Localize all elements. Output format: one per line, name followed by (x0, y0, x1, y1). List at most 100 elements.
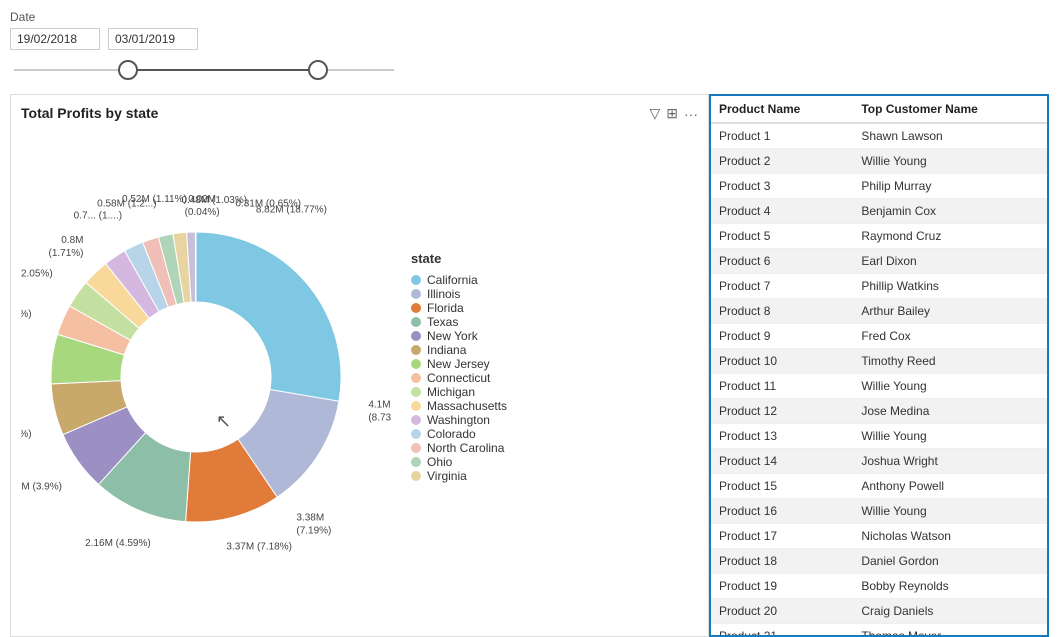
legend-item[interactable]: Florida (411, 301, 531, 315)
legend-label: North Carolina (427, 441, 504, 455)
legend-label: New Jersey (427, 357, 490, 371)
legend-label: Michigan (427, 385, 475, 399)
product-cell: Product 21 (711, 624, 853, 637)
col-customer: Top Customer Name (853, 96, 1047, 123)
legend-item[interactable]: Massachusetts (411, 399, 531, 413)
legend-item[interactable]: Indiana (411, 343, 531, 357)
date-slider[interactable] (14, 56, 394, 84)
product-cell: Product 11 (711, 374, 853, 399)
legend-item[interactable]: Washington (411, 413, 531, 427)
customer-cell: Timothy Reed (853, 349, 1047, 374)
legend-dot (411, 289, 421, 299)
donut-svg: 8.82M (18.77%)4.1M(8.73%)3.38M(7.19%)3.3… (21, 177, 391, 557)
legend-item[interactable]: Colorado (411, 427, 531, 441)
product-cell: Product 2 (711, 149, 853, 174)
bottom-area: Total Profits by state ▽ ⊞ ··· 8.82M (18… (10, 94, 1049, 637)
col-product: Product Name (711, 96, 853, 123)
table-row: Product 8Arthur Bailey (711, 299, 1047, 324)
filter-icon[interactable]: ▽ (649, 105, 660, 122)
legend-item[interactable]: North Carolina (411, 441, 531, 455)
donut-label: (0.04%) (185, 207, 220, 218)
legend-label: Massachusetts (427, 399, 507, 413)
legend-dot (411, 373, 421, 383)
donut-segment[interactable] (195, 232, 196, 302)
date-section: Date (10, 10, 430, 84)
legend-dot (411, 345, 421, 355)
legend-dot (411, 331, 421, 341)
donut-label: 1.83M (3.9%) (21, 481, 62, 492)
slider-thumb-left[interactable] (118, 60, 138, 80)
legend-item[interactable]: Illinois (411, 287, 531, 301)
more-icon[interactable]: ··· (684, 106, 698, 122)
legend-dot (411, 415, 421, 425)
customer-cell: Benjamin Cox (853, 199, 1047, 224)
donut-label: (7.19%) (296, 525, 331, 536)
legend-title: state (411, 251, 531, 266)
donut-label: 4.1M (368, 399, 390, 410)
product-cell: Product 3 (711, 174, 853, 199)
table-row: Product 2Willie Young (711, 149, 1047, 174)
product-cell: Product 7 (711, 274, 853, 299)
legend-item[interactable]: Virginia (411, 469, 531, 483)
table-body: Product 1Shawn LawsonProduct 2Willie You… (711, 123, 1047, 637)
legend-label: New York (427, 329, 478, 343)
legend-dot (411, 387, 421, 397)
legend-item[interactable]: Texas (411, 315, 531, 329)
legend-label: Ohio (427, 455, 452, 469)
table-row: Product 4Benjamin Cox (711, 199, 1047, 224)
product-cell: Product 8 (711, 299, 853, 324)
product-cell: Product 10 (711, 349, 853, 374)
legend-item[interactable]: California (411, 273, 531, 287)
table-row: Product 11Willie Young (711, 374, 1047, 399)
customer-cell: Phillip Watkins (853, 274, 1047, 299)
donut-label: 0.7... (1....) (74, 210, 122, 221)
legend-item[interactable]: New York (411, 329, 531, 343)
donut-label: 0.31M (0.65%) (235, 198, 301, 209)
chart-title: Total Profits by state (21, 105, 158, 121)
donut-label: 1M (2.12%) (21, 309, 32, 320)
slider-active-track (128, 69, 318, 71)
legend-dot (411, 471, 421, 481)
date-start-input[interactable] (10, 28, 100, 50)
customer-cell: Earl Dixon (853, 249, 1047, 274)
table-row: Product 19Bobby Reynolds (711, 574, 1047, 599)
svg-text:↖: ↖ (216, 411, 231, 431)
customer-cell: Anthony Powell (853, 474, 1047, 499)
legend-dot (411, 303, 421, 313)
donut-chart: 8.82M (18.77%)4.1M(8.73%)3.38M(7.19%)3.3… (21, 177, 391, 557)
legend-dot (411, 401, 421, 411)
legend-dot (411, 359, 421, 369)
product-cell: Product 18 (711, 549, 853, 574)
chart-panel: Total Profits by state ▽ ⊞ ··· 8.82M (18… (10, 94, 709, 637)
legend-item[interactable]: Ohio (411, 455, 531, 469)
legend-label: Washington (427, 413, 490, 427)
slider-thumb-right[interactable] (308, 60, 328, 80)
table-icon[interactable]: ⊞ (666, 105, 678, 122)
product-cell: Product 16 (711, 499, 853, 524)
customer-cell: Craig Daniels (853, 599, 1047, 624)
legend-item[interactable]: New Jersey (411, 357, 531, 371)
legend-label: California (427, 273, 478, 287)
customer-cell: Willie Young (853, 149, 1047, 174)
table-row: Product 3Philip Murray (711, 174, 1047, 199)
chart-content: 8.82M (18.77%)4.1M(8.73%)3.38M(7.19%)3.3… (21, 121, 698, 612)
product-cell: Product 1 (711, 123, 853, 149)
legend-item[interactable]: Michigan (411, 385, 531, 399)
customer-cell: Daniel Gordon (853, 549, 1047, 574)
customer-cell: Fred Cox (853, 324, 1047, 349)
product-cell: Product 6 (711, 249, 853, 274)
legend-dot (411, 443, 421, 453)
customer-cell: Philip Murray (853, 174, 1047, 199)
table-row: Product 1Shawn Lawson (711, 123, 1047, 149)
legend-dot (411, 275, 421, 285)
table-row: Product 7Phillip Watkins (711, 274, 1047, 299)
product-cell: Product 5 (711, 224, 853, 249)
product-cell: Product 15 (711, 474, 853, 499)
table-row: Product 10Timothy Reed (711, 349, 1047, 374)
donut-segment[interactable] (196, 232, 341, 401)
customer-cell: Raymond Cruz (853, 224, 1047, 249)
date-end-input[interactable] (108, 28, 198, 50)
product-cell: Product 14 (711, 449, 853, 474)
legend-item[interactable]: Connecticut (411, 371, 531, 385)
legend-label: Colorado (427, 427, 476, 441)
